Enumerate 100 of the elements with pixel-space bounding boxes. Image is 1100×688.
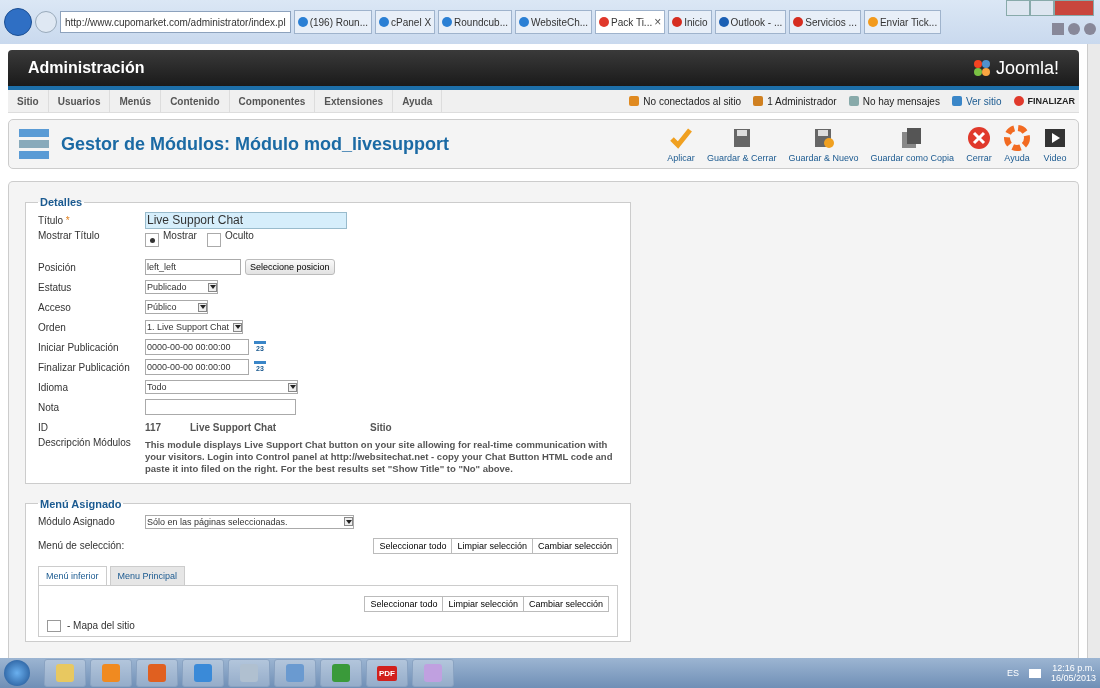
close-button[interactable] — [1054, 0, 1094, 16]
toolbar-button[interactable]: Guardar como Copia — [870, 125, 954, 163]
toolbar-button[interactable]: Video — [1042, 125, 1068, 163]
select-position-button[interactable]: Seleccione posicion — [245, 259, 335, 275]
note-input[interactable] — [145, 399, 296, 415]
browser-tab[interactable]: Outlook - ... — [714, 10, 787, 34]
status-link[interactable]: Ver sitio — [965, 95, 1002, 107]
dropdown[interactable]: Público — [145, 300, 208, 314]
toolbar-button[interactable]: Ayuda — [1004, 125, 1030, 163]
dropdown[interactable]: Todo — [145, 380, 298, 394]
browser-tab[interactable]: cPanel X — [375, 10, 436, 34]
menu-item[interactable]: Sitio — [8, 90, 49, 112]
menu-item[interactable]: Menús — [110, 90, 162, 112]
browser-tab[interactable]: WebsiteCh... — [515, 10, 593, 34]
taskbar-app[interactable]: PDF — [366, 659, 408, 687]
field-label: Acceso — [38, 301, 72, 313]
power-icon — [1013, 96, 1024, 106]
radio-label: Oculto — [224, 230, 254, 241]
caret-icon[interactable] — [233, 322, 242, 332]
position-input[interactable]: left_left — [145, 259, 241, 275]
status-link[interactable]: FINALIZAR — [1027, 96, 1075, 106]
date-input[interactable]: 0000-00-00 00:00:00 — [145, 359, 249, 375]
status-link[interactable]: No conectados al sitio — [643, 95, 742, 107]
selection-button[interactable]: Seleccionar todo — [373, 537, 453, 554]
dropdown[interactable]: Publicado — [145, 280, 218, 294]
forward-button[interactable] — [35, 11, 57, 33]
menu-tab[interactable]: Menú inferior — [38, 565, 107, 585]
menu-item[interactable]: Contenido — [161, 90, 230, 112]
menu-tab[interactable]: Menu Principal — [109, 565, 186, 585]
checkbox[interactable] — [47, 619, 61, 632]
taskbar-app[interactable] — [136, 659, 178, 687]
browser-tab[interactable]: Pack Ti... × — [595, 10, 666, 34]
info-text: 117 — [145, 421, 163, 433]
taskbar-app[interactable] — [320, 659, 362, 687]
field-label: Mostrar Título — [38, 230, 101, 241]
browser-tab[interactable]: (196) Roun... — [293, 10, 373, 34]
browser-tab[interactable]: Servicios ... — [789, 10, 861, 34]
caret-icon[interactable] — [288, 382, 297, 392]
menu-item[interactable]: Ayuda — [393, 90, 443, 112]
minimize-button[interactable] — [1006, 0, 1030, 16]
selection-button[interactable]: Cambiar selección — [531, 537, 618, 554]
help-icon — [1004, 125, 1030, 151]
dropdown[interactable]: 1. Live Support Chat — [145, 320, 243, 334]
taskbar-app[interactable] — [90, 659, 132, 687]
menu-item[interactable]: Extensiones — [315, 90, 394, 112]
user-icon — [753, 96, 764, 106]
date-input[interactable]: 0000-00-00 00:00:00 — [145, 339, 249, 355]
taskbar-app[interactable] — [274, 659, 316, 687]
field-label: Iniciar Publicación — [38, 341, 120, 353]
taskbar-app[interactable] — [182, 659, 224, 687]
taskbar-app[interactable] — [44, 659, 86, 687]
dropdown[interactable]: Sólo en las páginas seleccionadas. — [145, 514, 354, 529]
field-label: Módulo Asignado — [38, 516, 116, 528]
selection-button[interactable]: Seleccionar todo — [364, 595, 444, 612]
browser-tab[interactable]: Roundcub... — [438, 10, 512, 34]
browser-tab[interactable]: Enviar Tick... — [863, 10, 942, 34]
maximize-button[interactable] — [1030, 0, 1054, 16]
info-text: Sitio — [370, 421, 393, 433]
radio-button[interactable] — [206, 233, 221, 247]
logo-text: Joomla! — [995, 57, 1059, 79]
radio-button[interactable] — [145, 233, 159, 247]
toolbar-button[interactable]: Guardar & Nuevo — [788, 125, 859, 163]
section-legend: Menú Asignado — [38, 497, 124, 510]
field-label: Estatus — [38, 281, 73, 293]
taskbar-app[interactable] — [412, 659, 454, 687]
field-label: ID — [38, 421, 49, 433]
selection-button[interactable]: Limpiar selección — [451, 537, 533, 554]
taskbar-app[interactable] — [228, 659, 270, 687]
section-legend: Detalles — [38, 196, 85, 208]
back-button[interactable] — [4, 8, 32, 36]
description-text: This module displays Live Support Chat button on your site allowing for real-time communication with your visitors. Login into Control panel at http://websitechat.net - copy your Chat Button HTML code and paste it into filed on the right. For the best results set "Show Title" to "No" above. — [145, 439, 614, 475]
toolbar-button[interactable]: Cerrar — [966, 125, 992, 163]
close-icon — [966, 125, 992, 151]
menu-item[interactable]: Componentes — [229, 90, 316, 112]
menu-item[interactable]: Usuarios — [48, 90, 111, 112]
field-label: Orden — [38, 321, 67, 333]
field-label: Finalizar Publicación — [38, 361, 131, 373]
selection-button[interactable]: Cambiar selección — [522, 595, 609, 612]
field-label: Posición — [38, 261, 77, 273]
page-title: Gestor de Módulos: Módulo mod_livesupport — [61, 133, 449, 155]
status-link[interactable]: 1 Administrador — [767, 95, 837, 107]
field-label: Idioma — [38, 381, 69, 393]
info-text: Live Support Chat — [190, 421, 278, 433]
start-button[interactable] — [4, 660, 30, 686]
status-link[interactable]: No hay mensajes — [862, 95, 940, 107]
user-icon — [629, 96, 640, 106]
selection-button[interactable]: Limpiar selección — [442, 595, 524, 612]
header-title: Administración — [28, 59, 145, 77]
scrollbar[interactable] — [1087, 44, 1100, 658]
title-input[interactable]: Live Support Chat — [145, 211, 347, 229]
browser-tab[interactable]: Inicio — [668, 10, 712, 34]
logo-icon — [971, 58, 992, 78]
toolbar-button[interactable]: Aplicar — [667, 125, 695, 163]
address-bar[interactable]: http://www.cupomarket.com/administrator/index.pl — [60, 11, 291, 33]
field-label: Menú de selección: — [38, 540, 126, 552]
field-label: Nota — [38, 401, 61, 413]
menu-item-label: - Mapa del sitio — [67, 620, 135, 632]
modules-icon — [19, 127, 49, 161]
toolbar-button[interactable]: Guardar & Cerrar — [706, 125, 777, 163]
caret-icon[interactable] — [344, 517, 353, 527]
